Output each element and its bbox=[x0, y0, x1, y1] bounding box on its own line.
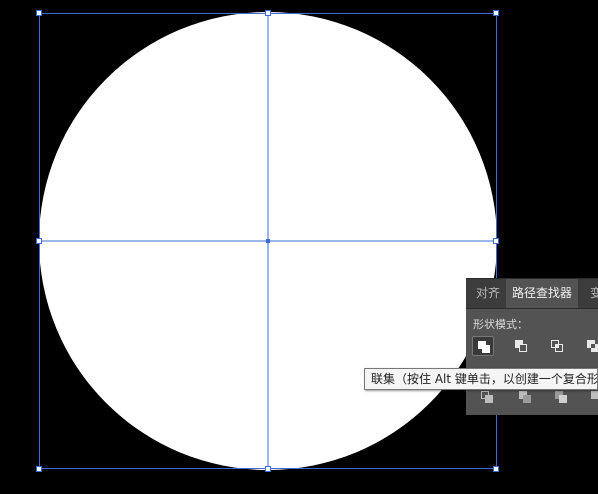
trim-button[interactable] bbox=[514, 387, 536, 407]
shape-modes-label: 形状模式： bbox=[473, 318, 528, 331]
handle-bottom-left[interactable] bbox=[36, 466, 42, 472]
divide-icon bbox=[481, 391, 493, 403]
handle-top-right[interactable] bbox=[493, 10, 499, 16]
handle-bottom-right[interactable] bbox=[493, 466, 499, 472]
unite-icon bbox=[478, 341, 490, 353]
panel-tab-bar: 对齐 路径查找器 变 bbox=[466, 279, 598, 309]
handle-top-center[interactable] bbox=[265, 10, 271, 16]
trim-icon bbox=[519, 391, 531, 403]
tab-pathfinder[interactable]: 路径查找器 bbox=[506, 279, 579, 308]
intersect-button[interactable] bbox=[546, 336, 568, 356]
merge-button[interactable] bbox=[550, 387, 572, 407]
crop-icon bbox=[591, 391, 598, 399]
exclude-icon bbox=[587, 340, 598, 352]
tab-align[interactable]: 对齐 bbox=[476, 279, 500, 308]
minus-front-icon bbox=[515, 340, 527, 352]
intersect-icon bbox=[551, 340, 563, 352]
crop-button[interactable] bbox=[586, 387, 598, 407]
minus-front-button[interactable] bbox=[510, 336, 532, 356]
handle-middle-left[interactable] bbox=[36, 238, 42, 244]
unite-button[interactable] bbox=[472, 336, 494, 356]
artboard-canvas[interactable] bbox=[0, 0, 598, 494]
handle-middle-right[interactable] bbox=[493, 238, 499, 244]
tab-transform[interactable]: 变 bbox=[590, 279, 598, 308]
merge-icon bbox=[555, 391, 567, 403]
handle-top-left[interactable] bbox=[36, 10, 42, 16]
exclude-button[interactable] bbox=[582, 336, 598, 356]
center-point bbox=[266, 239, 270, 243]
pathfinder-panel: 对齐 路径查找器 变 形状模式： bbox=[466, 278, 598, 415]
divide-button[interactable] bbox=[476, 387, 498, 407]
handle-bottom-center[interactable] bbox=[265, 466, 271, 472]
unite-tooltip: 联集（按住 Alt 键单击，以创建一个复合形状） bbox=[364, 368, 598, 390]
